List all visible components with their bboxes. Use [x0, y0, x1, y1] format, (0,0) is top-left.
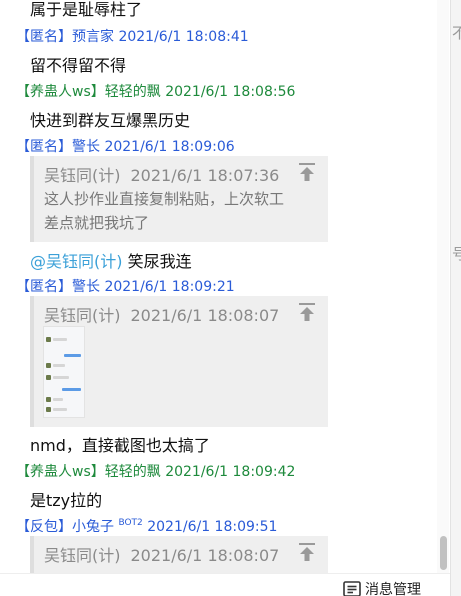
scrollbar-thumb[interactable]	[440, 536, 447, 570]
message-sender[interactable]: 【养蛊人ws】轻轻的飘 2021/6/1 18:09:42	[16, 461, 295, 481]
quote-header: 吴钰同(计) 2021/6/1 18:08:07	[44, 542, 318, 566]
quote-header: 吴钰同(计) 2021/6/1 18:07:36	[44, 162, 318, 186]
quote-time: 2021/6/1 18:08:07	[130, 306, 280, 325]
sender-time: 2021/6/1 18:09:51	[147, 519, 278, 535]
message-text: nmd，直接截图也太搞了	[30, 436, 210, 455]
message-manager-label: 消息管理	[365, 582, 421, 596]
message-sender[interactable]: 【养蛊人ws】轻轻的飘 2021/6/1 18:08:56	[16, 81, 295, 101]
quoted-message[interactable]: 吴钰同(计) 2021/6/1 18:08:07	[30, 536, 328, 573]
message-text: 快进到群友互爆黑历史	[30, 111, 191, 130]
mention-link[interactable]: @吴钰同(计)	[30, 252, 123, 271]
message-sender[interactable]: 【匿名】预言家 2021/6/1 18:08:41	[16, 26, 249, 46]
quoted-message[interactable]: 吴钰同(计) 2021/6/1 18:07:36 这人抄作业直接复制粘贴，上次软工…	[30, 156, 328, 242]
quote-header: 吴钰同(计) 2021/6/1 18:08:07	[44, 302, 318, 326]
message-text: 是tzy拉的	[30, 491, 103, 510]
quote-author: 吴钰同(计)	[44, 546, 121, 565]
message-manager-button[interactable]: 消息管理	[343, 579, 421, 596]
quote-time: 2021/6/1 18:07:36	[130, 166, 280, 185]
quote-time: 2021/6/1 18:08:07	[130, 546, 280, 565]
sender-name: 【反包】小兔子	[16, 519, 114, 535]
background-text: 不	[452, 22, 461, 43]
vertical-scrollbar[interactable]	[437, 0, 449, 573]
screenshot-thumbnail[interactable]	[43, 326, 85, 418]
quote-body-line: 差点就把我坑了	[44, 214, 150, 232]
message-text: @吴钰同(计) 笑尿我连	[30, 248, 192, 272]
message-manager-icon	[343, 581, 361, 596]
jump-to-message-icon[interactable]	[298, 542, 316, 562]
bot-badge: BOT2	[118, 518, 143, 528]
chat-message-list[interactable]: 属于是耻辱柱了 【匿名】预言家 2021/6/1 18:08:41 留不得留不得…	[0, 0, 450, 573]
quote-author: 吴钰同(计)	[44, 306, 121, 325]
background-window-edge: 不 号	[450, 0, 461, 596]
message-sender[interactable]: 【匿名】警长 2021/6/1 18:09:06	[16, 136, 235, 156]
chat-footer: 消息管理	[0, 573, 450, 596]
message-text: 留不得留不得	[30, 56, 127, 75]
quote-body-line: 这人抄作业直接复制粘贴，上次软工	[44, 190, 285, 208]
jump-to-message-icon[interactable]	[298, 302, 316, 322]
jump-to-message-icon[interactable]	[298, 162, 316, 182]
quote-author: 吴钰同(计)	[44, 166, 121, 185]
message-sender[interactable]: 【反包】小兔子 BOT2 2021/6/1 18:09:51	[16, 516, 277, 536]
message-text-body: 笑尿我连	[127, 252, 192, 271]
message-text: 属于是耻辱柱了	[30, 0, 143, 19]
background-text: 号	[452, 243, 461, 264]
message-sender[interactable]: 【匿名】警长 2021/6/1 18:09:21	[16, 276, 235, 296]
